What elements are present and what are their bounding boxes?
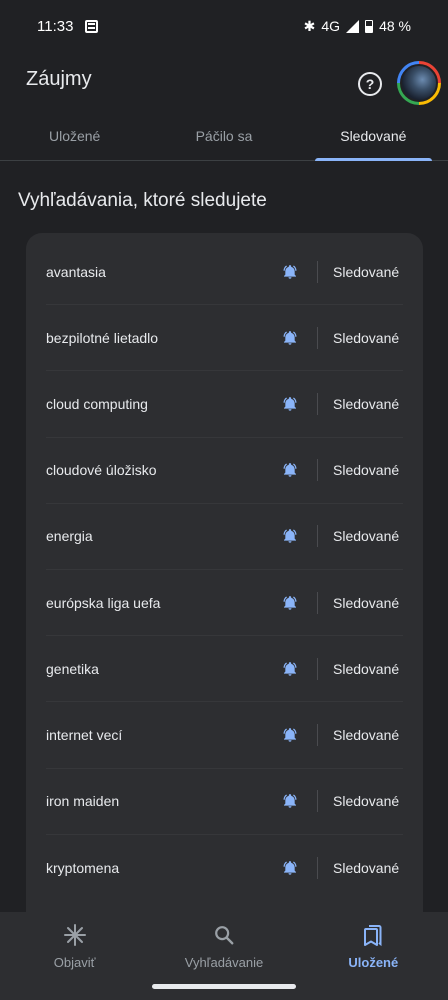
list-item[interactable]: kryptomena Sledované — [46, 835, 403, 901]
notification-bell-icon[interactable] — [282, 330, 298, 346]
following-status-button[interactable]: Sledované — [333, 727, 403, 743]
search-term-label: internet vecí — [46, 726, 123, 743]
notification-icon — [85, 19, 99, 33]
search-term-label: európska liga uefa — [46, 594, 161, 611]
divider — [317, 591, 318, 614]
search-term-label: iron maiden — [46, 793, 120, 810]
bookmarks-icon — [362, 923, 384, 947]
following-status-button[interactable]: Sledované — [333, 793, 403, 809]
list-item[interactable]: iron maiden Sledované — [46, 769, 403, 835]
list-item[interactable]: genetika Sledované — [46, 636, 403, 703]
following-status-button[interactable]: Sledované — [333, 595, 403, 611]
divider — [317, 790, 318, 813]
list-item[interactable]: internet vecí Sledované — [46, 702, 403, 769]
help-icon: ? — [365, 76, 375, 92]
section-title: Vyhľadávania, ktoré sledujete — [18, 190, 267, 211]
avatar-image — [400, 64, 438, 102]
asterisk-icon — [63, 923, 87, 947]
following-status-button[interactable]: Sledované — [333, 661, 403, 677]
following-status-button[interactable]: Sledované — [333, 462, 403, 478]
search-term-label: avantasia — [46, 263, 106, 280]
notification-bell-icon[interactable] — [282, 661, 298, 677]
notification-bell-icon[interactable] — [282, 595, 298, 611]
search-term-label: cloudové úložisko — [46, 462, 157, 479]
search-term-label: energia — [46, 528, 93, 545]
page-title: Záujmy — [26, 68, 92, 90]
followed-searches-list: avantasia Sledované bezpilotné lietadlo Sle… — [26, 233, 423, 933]
nav-saved[interactable]: Uložené — [299, 912, 448, 1000]
status-bar: 11:33 ✱ 4G 48 % — [0, 0, 448, 52]
status-time: 11:33 — [37, 17, 74, 35]
following-status-button[interactable]: Sledované — [333, 330, 403, 346]
search-icon — [213, 923, 235, 947]
following-status-button[interactable]: Sledované — [333, 396, 403, 412]
divider — [317, 260, 318, 283]
divider — [317, 459, 318, 482]
nav-discover-label: Objaviť — [53, 955, 96, 970]
following-status-button[interactable]: Sledované — [333, 528, 403, 544]
search-term-label: bezpilotné lietadlo — [46, 329, 159, 346]
notification-bell-icon[interactable] — [282, 793, 298, 809]
nav-search-label: Vyhľadávanie — [184, 955, 264, 970]
tab-bar: Uložené Páčilo sa Sledované — [0, 112, 448, 161]
divider — [317, 856, 318, 879]
network-type: 4G — [321, 18, 341, 34]
home-indicator[interactable] — [152, 984, 296, 989]
notification-bell-icon[interactable] — [282, 727, 298, 743]
tab-liked[interactable]: Páčilo sa — [149, 112, 298, 160]
following-status-button[interactable]: Sledované — [333, 264, 403, 280]
list-item[interactable]: bezpilotné lietadlo Sledované — [46, 305, 403, 372]
notification-bell-icon[interactable] — [282, 396, 298, 412]
list-item[interactable]: európska liga uefa Sledované — [46, 570, 403, 637]
notification-bell-icon[interactable] — [282, 462, 298, 478]
tab-following[interactable]: Sledované — [299, 112, 448, 161]
search-term-label: kryptomena — [46, 859, 120, 876]
following-status-button[interactable]: Sledované — [333, 860, 403, 876]
search-term-label: cloud computing — [46, 395, 148, 412]
divider — [317, 326, 318, 349]
help-button[interactable]: ? — [358, 72, 382, 96]
nav-discover[interactable]: Objaviť — [0, 912, 149, 1000]
search-term-label: genetika — [46, 660, 99, 677]
nav-saved-label: Uložené — [348, 955, 399, 970]
list-item[interactable]: energia Sledované — [46, 504, 403, 570]
avatar[interactable] — [397, 61, 441, 105]
battery-icon — [365, 19, 374, 33]
notification-bell-icon[interactable] — [282, 264, 298, 280]
signal-icon — [346, 19, 360, 33]
divider — [317, 723, 318, 746]
divider — [317, 525, 318, 548]
tab-saved[interactable]: Uložené — [0, 112, 149, 160]
divider — [317, 392, 318, 415]
list-item[interactable]: cloudové úložisko Sledované — [46, 438, 403, 504]
list-item[interactable]: avantasia Sledované — [46, 239, 403, 306]
bluetooth-icon: ✱ — [303, 17, 316, 34]
divider — [317, 657, 318, 680]
list-item[interactable]: cloud computing Sledované — [46, 371, 403, 438]
notification-bell-icon[interactable] — [282, 528, 298, 544]
app-header: Záujmy ? — [0, 52, 448, 112]
notification-bell-icon[interactable] — [282, 860, 298, 876]
battery-level: 48 % — [379, 18, 411, 34]
